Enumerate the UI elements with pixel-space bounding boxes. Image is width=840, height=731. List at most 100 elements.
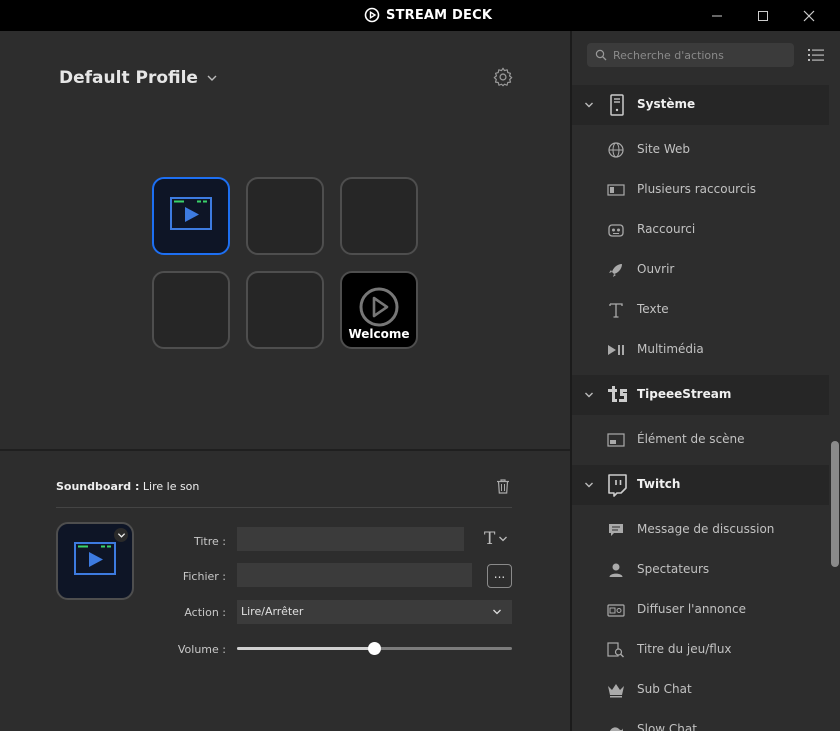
minimize-button[interactable] xyxy=(694,0,740,31)
inspector-key-preview[interactable] xyxy=(56,522,134,600)
action-item-element-de-scene[interactable]: Élément de scène xyxy=(572,420,829,460)
scene-item-icon xyxy=(607,433,625,447)
action-item-plusieurs-raccourcis[interactable]: Plusieurs raccourcis xyxy=(572,170,829,210)
property-inspector: Soundboard : Lire le son Titre : T Fichi… xyxy=(0,451,570,731)
text-icon xyxy=(609,303,623,318)
text-format-button[interactable]: T xyxy=(484,529,514,549)
twitch-logo-icon xyxy=(608,474,627,497)
action-item-label: Raccourci xyxy=(637,222,696,236)
slow-chat-icon xyxy=(609,727,623,731)
volume-label: Volume : xyxy=(177,643,226,656)
action-item-label: Sub Chat xyxy=(637,682,692,696)
stream-title-search-icon xyxy=(607,642,624,658)
title-bar: STREAM DECK xyxy=(0,0,840,31)
chevron-down-icon xyxy=(585,482,593,488)
action-item-diffuser-annonce[interactable]: Diffuser l'annonce xyxy=(572,590,829,630)
canvas-area: Default Profile Welcome xyxy=(0,31,570,449)
multi-hotkey-icon xyxy=(607,184,625,196)
actions-sidebar: Système Site Web Plusieurs raccourcis Ra… xyxy=(572,31,840,731)
action-label: Action : xyxy=(184,606,226,619)
action-item-multimedia[interactable]: Multimédia xyxy=(572,330,829,370)
app-title: STREAM DECK xyxy=(364,6,492,24)
action-item-label: Élément de scène xyxy=(637,432,745,446)
computer-tower-icon xyxy=(610,94,624,116)
chevron-down-icon xyxy=(585,392,593,398)
key-empty[interactable] xyxy=(340,177,418,255)
key-image-menu-button[interactable] xyxy=(114,528,128,542)
trash-icon[interactable] xyxy=(494,477,512,495)
action-item-site-web[interactable]: Site Web xyxy=(572,130,829,170)
category-tipeeestream[interactable]: TipeeeStream xyxy=(572,375,829,415)
inspector-title: Soundboard : Lire le son xyxy=(56,480,199,493)
volume-slider-fill xyxy=(237,647,375,650)
rocket-icon xyxy=(609,264,622,277)
stream-deck-logo-icon xyxy=(364,7,380,23)
soundboard-play-icon xyxy=(170,197,212,230)
action-item-label: Titre du jeu/flux xyxy=(637,642,732,656)
action-item-message-de-discussion[interactable]: Message de discussion xyxy=(572,510,829,550)
chevron-down-icon xyxy=(207,75,217,81)
action-item-slow-chat[interactable]: Slow Chat xyxy=(572,710,829,731)
key-empty[interactable] xyxy=(246,177,324,255)
file-label: Fichier : xyxy=(182,570,226,583)
tipeeestream-logo-icon xyxy=(608,386,627,402)
close-icon xyxy=(803,10,815,21)
action-item-titre-du-jeu-flux[interactable]: Titre du jeu/flux xyxy=(572,630,829,670)
category-systeme[interactable]: Système xyxy=(572,85,829,125)
commercial-icon xyxy=(607,604,625,617)
chevron-down-icon xyxy=(499,536,508,542)
app-title-text: STREAM DECK xyxy=(386,7,493,23)
inspector-action-name: Lire le son xyxy=(142,480,200,493)
profile-selector[interactable]: Default Profile xyxy=(59,68,218,88)
action-item-label: Diffuser l'annonce xyxy=(637,602,746,616)
action-select[interactable]: Lire/Arrêter xyxy=(237,600,512,624)
key-soundboard[interactable] xyxy=(152,177,230,255)
key-empty[interactable] xyxy=(246,271,324,349)
category-label: TipeeeStream xyxy=(637,387,732,401)
key-empty[interactable] xyxy=(152,271,230,349)
action-item-label: Ouvrir xyxy=(637,262,675,276)
action-item-raccourci[interactable]: Raccourci xyxy=(572,210,829,250)
chevron-down-icon xyxy=(117,532,125,538)
action-item-label: Spectateurs xyxy=(637,562,710,576)
volume-slider-thumb[interactable] xyxy=(368,642,381,655)
search-input[interactable] xyxy=(613,43,788,67)
inspector-plugin-name: Soundboard : xyxy=(56,480,140,493)
action-item-ouvrir[interactable]: Ouvrir xyxy=(572,250,829,290)
title-input[interactable] xyxy=(237,527,464,551)
category-label: Système xyxy=(637,97,696,111)
action-item-label: Slow Chat xyxy=(637,722,697,731)
user-icon xyxy=(609,563,623,577)
chevron-down-icon xyxy=(585,102,593,108)
minimize-icon xyxy=(712,15,722,16)
gear-icon[interactable] xyxy=(492,66,514,88)
globe-icon xyxy=(608,142,624,158)
action-item-sub-chat[interactable]: Sub Chat xyxy=(572,670,829,710)
key-welcome-label: Welcome xyxy=(348,327,410,341)
close-button[interactable] xyxy=(786,0,832,31)
action-select-value: Lire/Arrêter xyxy=(241,605,304,618)
sidebar-scrollbar[interactable] xyxy=(831,441,839,567)
search-icon xyxy=(595,49,607,61)
play-pause-icon xyxy=(608,345,624,355)
action-item-label: Site Web xyxy=(637,142,691,156)
action-item-label: Texte xyxy=(637,302,669,316)
profile-name: Default Profile xyxy=(59,68,198,88)
chevron-down-icon xyxy=(493,609,501,615)
crown-icon xyxy=(608,684,624,698)
category-label: Twitch xyxy=(637,477,681,491)
volume-slider[interactable] xyxy=(237,642,512,655)
maximize-button[interactable] xyxy=(740,0,786,31)
category-twitch[interactable]: Twitch xyxy=(572,465,829,505)
action-item-label: Multimédia xyxy=(637,342,704,356)
chat-bubble-icon xyxy=(609,524,623,536)
key-welcome[interactable]: Welcome xyxy=(340,271,418,349)
file-input[interactable] xyxy=(237,563,472,587)
action-search[interactable] xyxy=(587,43,794,67)
keyboard-robot-icon xyxy=(608,224,624,237)
action-item-label: Plusieurs raccourcis xyxy=(637,182,757,196)
action-item-spectateurs[interactable]: Spectateurs xyxy=(572,550,829,590)
browse-file-button[interactable]: ... xyxy=(487,564,512,588)
action-item-texte[interactable]: Texte xyxy=(572,290,829,330)
list-view-icon[interactable] xyxy=(808,48,824,62)
